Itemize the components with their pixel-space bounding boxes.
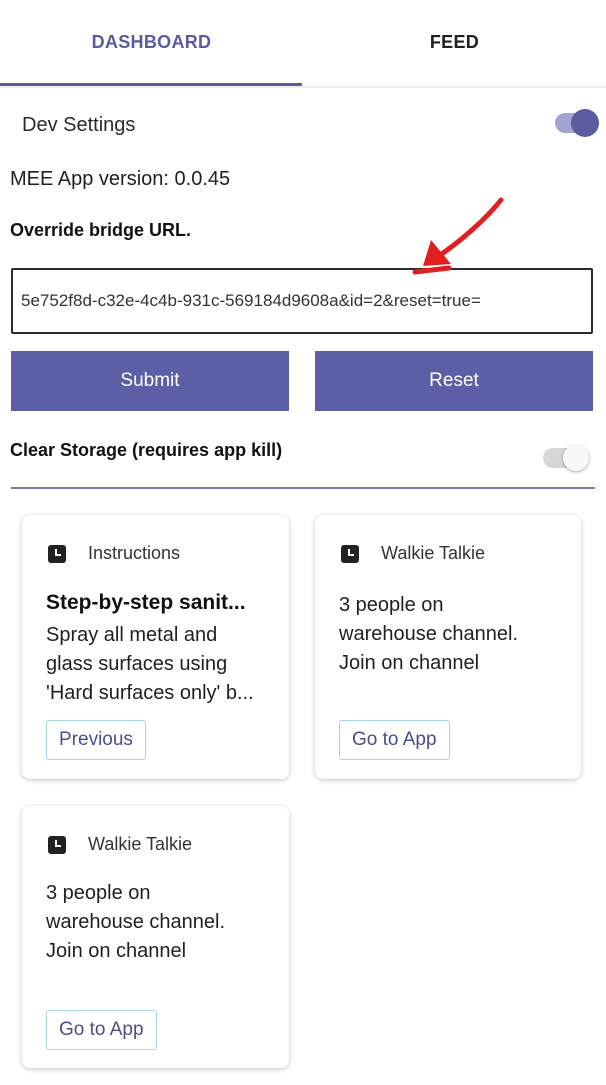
section-divider <box>11 487 595 489</box>
clear-storage-label: Clear Storage (requires app kill) <box>10 440 283 460</box>
dev-settings-toggle[interactable] <box>555 107 601 137</box>
card-category: Instructions <box>88 543 181 563</box>
annotation-arrow <box>412 197 504 275</box>
card-body-line: Join on channel <box>46 940 187 962</box>
clock-icon <box>341 544 359 563</box>
card-header: Walkie Talkie <box>341 543 485 564</box>
walkie-talkie-card: Walkie Talkie 3 people on warehouse chan… <box>22 806 289 1068</box>
card-body-line: warehouse channel. <box>339 623 519 645</box>
walkie-talkie-card: Walkie Talkie 3 people on warehouse chan… <box>315 515 581 779</box>
card-body-line: 3 people on <box>339 594 444 616</box>
card-header: Walkie Talkie <box>48 834 192 855</box>
tab-dashboard[interactable]: DASHBOARD <box>0 0 303 85</box>
card-category: Walkie Talkie <box>88 834 193 854</box>
go-to-app-button[interactable]: Go to App <box>339 720 450 760</box>
card-header: Instructions <box>48 543 180 564</box>
card-body-line: Spray all metal and <box>46 624 218 646</box>
card-title: Step-by-step sanit... <box>46 591 246 614</box>
card-body-line: 'Hard surfaces only' b... <box>46 682 254 704</box>
card-body: 3 people on warehouse channel. Join on c… <box>46 879 278 966</box>
go-to-app-button[interactable]: Go to App <box>46 1010 157 1050</box>
override-bridge-url-label: Override bridge URL. <box>10 220 192 240</box>
tab-bar: DASHBOARD FEED <box>0 0 606 88</box>
reset-button[interactable]: Reset <box>315 351 593 411</box>
tab-feed[interactable]: FEED <box>303 0 606 85</box>
clear-storage-toggle[interactable] <box>541 442 591 472</box>
tab-divider <box>0 86 606 88</box>
toggle-thumb <box>571 109 599 137</box>
card-body-line: glass surfaces using <box>46 653 228 675</box>
clock-icon <box>48 544 66 563</box>
card-body: 3 people on warehouse channel. Join on c… <box>339 591 571 678</box>
app-version-text: MEE App version: 0.0.45 <box>10 168 231 190</box>
card-body-line: warehouse channel. <box>46 911 226 933</box>
instructions-card: Instructions Step-by-step sanit... Spray… <box>22 515 289 779</box>
dev-settings-label: Dev Settings <box>22 114 136 136</box>
card-body-line: 3 people on <box>46 882 151 904</box>
toggle-thumb <box>563 445 589 471</box>
card-body-line: Join on channel <box>339 652 480 674</box>
card-body: Spray all metal and glass surfaces using… <box>46 621 278 708</box>
submit-button[interactable]: Submit <box>11 351 289 411</box>
card-category: Walkie Talkie <box>381 543 486 563</box>
previous-button[interactable]: Previous <box>46 720 146 760</box>
clock-icon <box>48 835 66 854</box>
